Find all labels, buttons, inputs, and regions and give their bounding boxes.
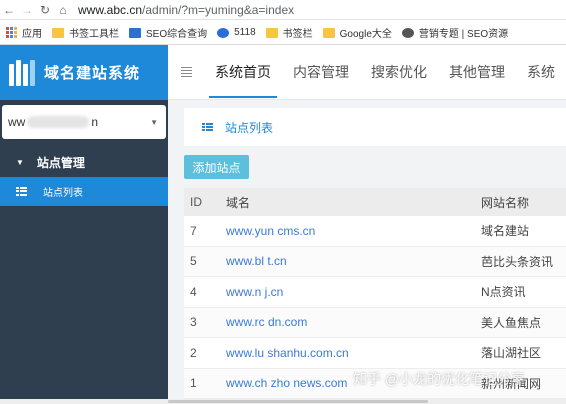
row-site-name: 落山湖社区 — [481, 346, 542, 361]
folder-icon — [322, 27, 335, 38]
row-domain-link[interactable]: www.bl t.cn — [226, 254, 481, 268]
gear-icon — [401, 27, 414, 38]
list-icon — [16, 187, 27, 196]
row-domain-link[interactable]: www.lu shanhu.com.cn — [226, 346, 481, 360]
table-row: 4 www.n j.cn N点资讯 — [184, 277, 566, 308]
folder-icon — [265, 27, 278, 38]
site-table: ID 域名 网站名称 7 www.yun cms.cn 域名建站 5 www.b… — [184, 188, 566, 399]
bookmark-marketing[interactable]: 营销专题 | SEO资源 — [401, 25, 509, 40]
sidebar-group-site-management[interactable]: ▼ 站点管理 — [0, 147, 168, 177]
tab-system-home[interactable]: 系统首页 — [209, 45, 277, 100]
row-domain-link[interactable]: www.n j.cn — [226, 285, 481, 299]
row-id: 5 — [190, 254, 197, 269]
sidebar-item-label: 站点列表 — [43, 188, 83, 199]
back-icon[interactable]: ← — [0, 3, 18, 17]
bookmark-apps[interactable]: 应用 — [6, 25, 42, 40]
bookmark-5118[interactable]: 5118 — [217, 27, 256, 38]
row-id: 4 — [190, 284, 197, 299]
app-logo-icon — [7, 58, 37, 88]
column-header-site-name: 网站名称 — [481, 195, 530, 210]
chevron-down-icon: ▼ — [150, 117, 158, 127]
app-header: 域名建站系统 — [0, 45, 168, 100]
folder-icon — [52, 27, 64, 38]
table-row: 3 www.rc dn.com 美人鱼焦点 — [184, 307, 566, 338]
menu-toggle-icon[interactable] — [168, 67, 205, 77]
bookmark-bar-folder[interactable]: 书签栏 — [265, 25, 313, 40]
panel-title: 站点列表 — [225, 120, 274, 135]
row-domain-link[interactable]: www.rc dn.com — [226, 315, 481, 329]
scrollbar-thumb[interactable] — [168, 400, 428, 403]
sidebar-group-label: 站点管理 — [36, 155, 85, 170]
sidebar: 域名建站系统 ww n ▼ ▼ 站点管理 站点列表 — [0, 45, 168, 404]
bookmark-label: 应用 — [22, 29, 42, 40]
home-icon[interactable]: ⌂ — [54, 3, 72, 17]
site-select[interactable]: ww n ▼ — [2, 105, 166, 139]
row-site-name: 域名建站 — [481, 224, 530, 239]
row-site-name: 芭比头条资讯 — [481, 254, 554, 269]
panel-header: 站点列表 — [184, 108, 566, 146]
table-row: 7 www.yun cms.cn 域名建站 — [184, 216, 566, 247]
top-nav: 系统首页 内容管理 搜索优化 其他管理 系统 — [168, 45, 566, 100]
table-row: 5 www.bl t.cn 芭比头条资讯 — [184, 246, 566, 277]
address-bar[interactable]: www.abc.cn/admin/?m=yuming&a=index — [78, 3, 294, 17]
bookmarks-bar: 应用 书签工具栏 SEO综合查询 5118 书签栏 Google大全 营销专题 … — [0, 21, 566, 45]
forward-icon[interactable]: → — [18, 3, 36, 17]
tab-system[interactable]: 系统 — [527, 45, 555, 100]
url-path: /admin/?m=yuming&a=index — [142, 2, 295, 17]
bookmark-label: 营销专题 | SEO资源 — [418, 29, 509, 40]
caret-down-icon: ▼ — [16, 157, 24, 167]
sidebar-item-site-list[interactable]: 站点列表 — [0, 177, 168, 206]
bookmark-label: 5118 — [234, 27, 256, 38]
column-header-id: ID — [190, 195, 202, 209]
list-icon — [202, 122, 213, 132]
column-header-domain: 域名 — [226, 195, 251, 210]
row-domain-link[interactable]: www.yun cms.cn — [226, 224, 481, 238]
browser-toolbar: ← → ↻ ⌂ www.abc.cn/admin/?m=yuming&a=ind… — [0, 0, 566, 20]
row-id: 1 — [190, 376, 197, 391]
bookmark-google-folder[interactable]: Google大全 — [322, 25, 392, 40]
watermark: 知乎 @小龙的优化笔记分享 — [353, 371, 526, 387]
row-id: 2 — [190, 345, 197, 360]
table-row: 2 www.lu shanhu.com.cn 落山湖社区 — [184, 338, 566, 369]
app-title: 域名建站系统 — [44, 65, 141, 82]
bookmark-label: SEO综合查询 — [146, 29, 208, 40]
row-site-name: N点资讯 — [481, 285, 526, 300]
redacted-text — [27, 116, 90, 128]
site-select-prefix: ww — [8, 115, 26, 129]
url-host: www.abc.cn — [78, 2, 143, 17]
table-header: ID 域名 网站名称 — [184, 188, 566, 216]
row-site-name: 美人鱼焦点 — [481, 315, 542, 330]
site-select-suffix: n — [91, 115, 99, 129]
tab-other-management[interactable]: 其他管理 — [449, 45, 505, 100]
row-id: 3 — [190, 315, 197, 330]
bookmark-toolbar-folder[interactable]: 书签工具栏 — [52, 25, 119, 40]
seo-tool-icon — [129, 27, 141, 38]
row-id: 7 — [190, 223, 197, 238]
add-site-button[interactable]: 添加站点 — [184, 155, 249, 179]
reload-icon[interactable]: ↻ — [36, 3, 54, 17]
main-content: 站点列表 添加站点 ID 域名 网站名称 7 www.yun cms.cn 域名… — [168, 100, 566, 404]
tab-content-management[interactable]: 内容管理 — [293, 45, 349, 100]
horizontal-scrollbar[interactable] — [0, 399, 566, 404]
bookmark-label: 书签栏 — [282, 29, 313, 40]
apps-grid-icon — [6, 27, 17, 38]
5118-icon — [217, 27, 230, 38]
tab-seo[interactable]: 搜索优化 — [371, 45, 427, 100]
bookmark-label: Google大全 — [339, 29, 392, 40]
bookmark-seo-query[interactable]: SEO综合查询 — [129, 25, 207, 40]
bookmark-label: 书签工具栏 — [69, 29, 119, 40]
